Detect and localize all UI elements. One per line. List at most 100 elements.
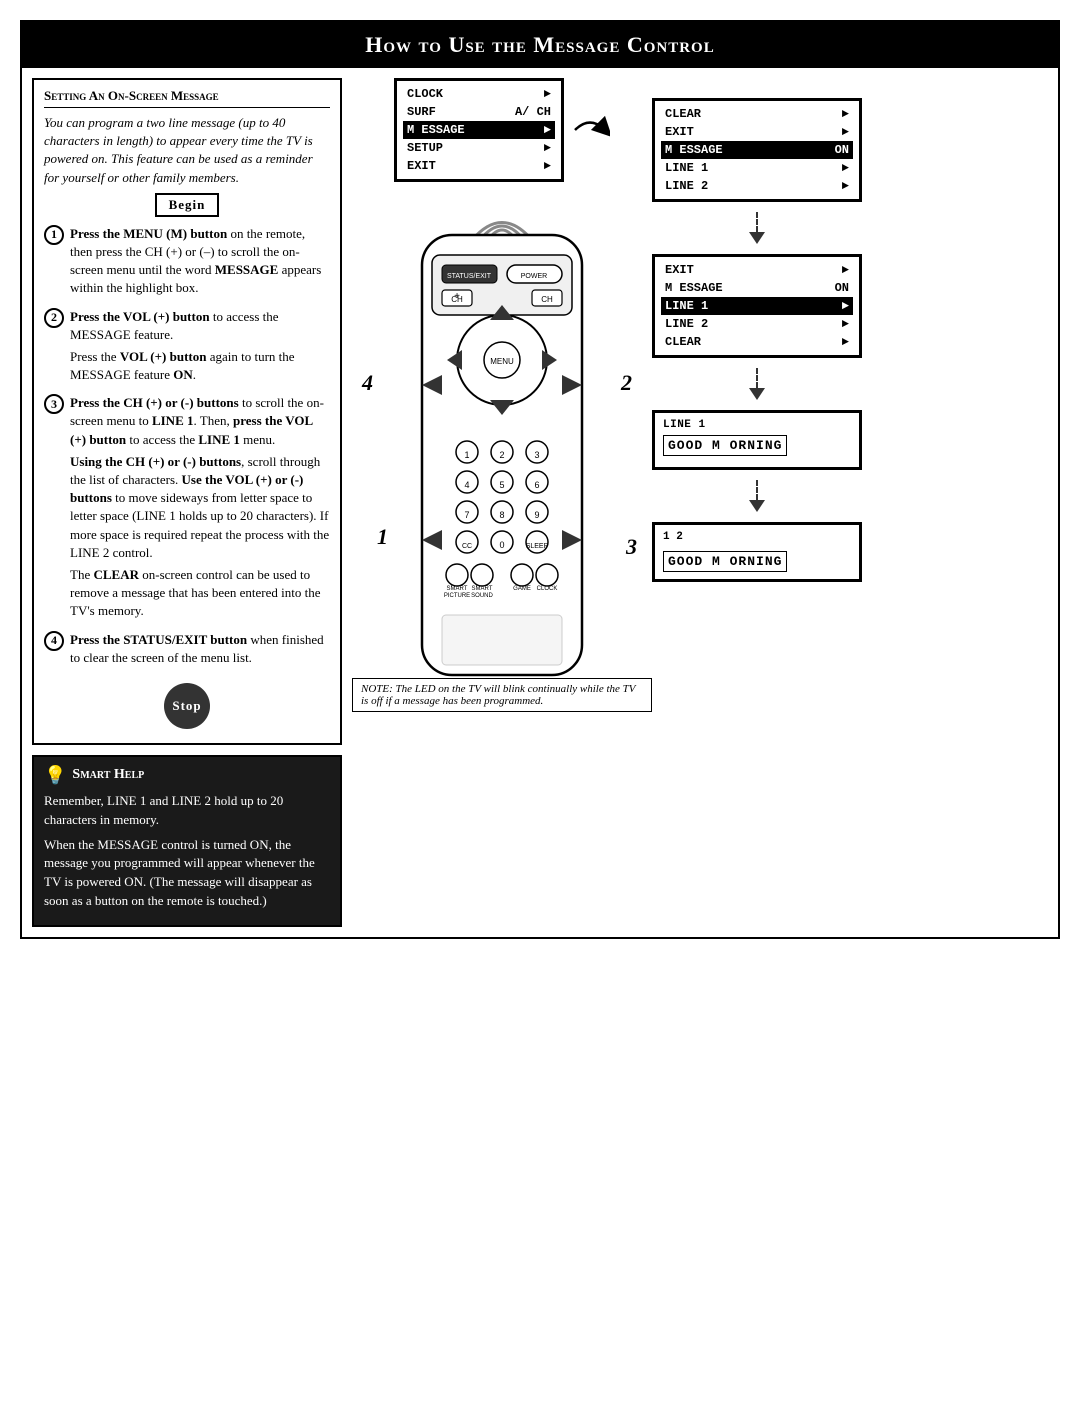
page-title: How to Use the Message Control bbox=[365, 32, 714, 57]
screen3-line1-arrow: ► bbox=[842, 299, 849, 313]
smart-help-p1: Remember, LINE 1 and LINE 2 hold up to 2… bbox=[44, 792, 330, 830]
step-2-num: 2 bbox=[44, 308, 64, 328]
left-column: Setting An On-Screen Message You can pro… bbox=[32, 78, 342, 927]
dotted-arrow-1 bbox=[652, 212, 862, 244]
screen2-clear-arrow: ► bbox=[842, 107, 849, 121]
screen1-setup-label: SETUP bbox=[407, 141, 443, 155]
tv-display-2: 1 2 GOOD M ORNING bbox=[652, 522, 862, 582]
screen3-row-line2: LINE 2 ► bbox=[661, 315, 853, 333]
screen1-surf-label: SURF bbox=[407, 105, 436, 119]
stop-label: Stop bbox=[172, 698, 201, 714]
smart-help-box: 💡 Smart Help Remember, LINE 1 and LINE 2… bbox=[32, 755, 342, 927]
screen2-exit-arrow: ► bbox=[842, 125, 849, 139]
screen1-exit-label: EXIT bbox=[407, 159, 436, 173]
smart-help-label: Smart Help bbox=[72, 767, 144, 783]
step-3-using: Using the CH (+) or (-) buttons, scroll … bbox=[70, 453, 330, 562]
side-screens-column: CLEAR ► EXIT ► M ESSAGE ON LINE 1 bbox=[652, 78, 862, 582]
screen2-row-exit: EXIT ► bbox=[661, 123, 853, 141]
screen2-message-label: M ESSAGE bbox=[665, 143, 723, 157]
screen3-line1-label: LINE 1 bbox=[665, 299, 708, 313]
screen1-exit-arrow: ► bbox=[544, 159, 551, 173]
screen1-row-surf: SURF A/ CH bbox=[403, 103, 555, 121]
tv-display-2-message: GOOD M ORNING bbox=[663, 551, 787, 572]
screen3-exit-arrow: ► bbox=[842, 263, 849, 277]
setting-box-title: Setting An On-Screen Message bbox=[44, 88, 330, 108]
dotted-line-3 bbox=[756, 480, 758, 500]
page-header: How to Use the Message Control bbox=[22, 22, 1058, 68]
screen1-clock-arrow: ► bbox=[544, 87, 551, 101]
setting-intro: You can program a two line message (up t… bbox=[44, 114, 330, 187]
stop-button: Stop bbox=[164, 683, 210, 729]
screen2-row-line1: LINE 1 ► bbox=[661, 159, 853, 177]
step-1: 1 Press the MENU (M) button on the remot… bbox=[44, 225, 330, 298]
screen1-setup-arrow: ► bbox=[544, 141, 551, 155]
menu-screen-3: EXIT ► M ESSAGE ON LINE 1 ► LINE 2 bbox=[652, 254, 862, 358]
dotted-arrow-2 bbox=[652, 368, 862, 400]
screen2-row-message: M ESSAGE ON bbox=[661, 141, 853, 159]
step-3-clear: The CLEAR on-screen control can be used … bbox=[70, 566, 330, 621]
center-column: CLOCK ► SURF A/ CH M ESSAGE ► bbox=[352, 78, 652, 712]
step-3-text: Press the CH (+) or (-) buttons to scrol… bbox=[70, 394, 330, 449]
screen2-clear-label: CLEAR bbox=[665, 107, 701, 121]
screen3-row-message: M ESSAGE ON bbox=[661, 279, 853, 297]
screen1-surf-value: A/ CH bbox=[515, 105, 551, 119]
screen1-message-label: M ESSAGE bbox=[407, 123, 465, 137]
hand-arrows-svg bbox=[362, 190, 642, 670]
dotted-line-1 bbox=[756, 212, 758, 232]
screen2-exit-label: EXIT bbox=[665, 125, 694, 139]
dotted-line-2 bbox=[756, 368, 758, 388]
tv-display-1: LINE 1 GOOD M ORNING bbox=[652, 410, 862, 470]
screen1-message-arrow: ► bbox=[544, 123, 551, 137]
screen1-clock-label: CLOCK bbox=[407, 87, 443, 101]
step-1-text: Press the MENU (M) button on the remote,… bbox=[70, 225, 330, 298]
step-1-num: 1 bbox=[44, 225, 64, 245]
screen3-row-line1: LINE 1 ► bbox=[661, 297, 853, 315]
step-3: 3 Press the CH (+) or (-) buttons to scr… bbox=[44, 394, 330, 620]
tv-display-1-label: LINE 1 bbox=[663, 419, 851, 431]
screen3-line2-arrow: ► bbox=[842, 317, 849, 331]
step-4-text: Press the STATUS/EXIT button when finish… bbox=[70, 631, 330, 667]
screen3-clear-arrow: ► bbox=[842, 335, 849, 349]
screen3-clear-label: CLEAR bbox=[665, 335, 701, 349]
tv-display-1-message: GOOD M ORNING bbox=[663, 435, 787, 456]
dotted-arrow-3 bbox=[652, 480, 862, 512]
smart-help-title: 💡 Smart Help bbox=[44, 765, 330, 786]
screen2-line2-label: LINE 2 bbox=[665, 179, 708, 193]
screen3-message-value: ON bbox=[835, 281, 849, 295]
screen2-line1-label: LINE 1 bbox=[665, 161, 708, 175]
screen2-line2-arrow: ► bbox=[842, 179, 849, 193]
step-2-extra: Press the VOL (+) button again to turn t… bbox=[70, 348, 330, 384]
screen2-message-value: ON bbox=[835, 143, 849, 157]
begin-button[interactable]: Begin bbox=[155, 193, 220, 217]
page: How to Use the Message Control Setting A… bbox=[20, 20, 1060, 939]
screen3-message-label: M ESSAGE bbox=[665, 281, 723, 295]
down-arrow-3 bbox=[749, 500, 765, 512]
step-2-text: Press the VOL (+) button to access the M… bbox=[70, 308, 330, 344]
menu-screen-1: CLOCK ► SURF A/ CH M ESSAGE ► bbox=[394, 78, 564, 182]
screen3-row-clear: CLEAR ► bbox=[661, 333, 853, 351]
screen3-exit-label: EXIT bbox=[665, 263, 694, 277]
step-4-num: 4 bbox=[44, 631, 64, 651]
smart-help-p2: When the MESSAGE control is turned ON, t… bbox=[44, 836, 330, 911]
screen1-row-exit: EXIT ► bbox=[403, 157, 555, 175]
down-arrow-2 bbox=[749, 388, 765, 400]
screen3-row-exit: EXIT ► bbox=[661, 261, 853, 279]
screen1-row-clock: CLOCK ► bbox=[403, 85, 555, 103]
screen2-line1-arrow: ► bbox=[842, 161, 849, 175]
screen3-line2-label: LINE 2 bbox=[665, 317, 708, 331]
menu-screen-2: CLEAR ► EXIT ► M ESSAGE ON LINE 1 bbox=[652, 98, 862, 202]
right-column: CLOCK ► SURF A/ CH M ESSAGE ► bbox=[352, 78, 1048, 927]
step-3-num: 3 bbox=[44, 394, 64, 414]
step-2: 2 Press the VOL (+) button to access the… bbox=[44, 308, 330, 385]
remote-area: STATUS/EXIT POWER CH + CH bbox=[362, 190, 642, 670]
screen1-row-message: M ESSAGE ► bbox=[403, 121, 555, 139]
setting-box: Setting An On-Screen Message You can pro… bbox=[32, 78, 342, 745]
bulb-icon: 💡 bbox=[44, 765, 66, 786]
step-4: 4 Press the STATUS/EXIT button when fini… bbox=[44, 631, 330, 667]
down-arrow-1 bbox=[749, 232, 765, 244]
screen1-row-setup: SETUP ► bbox=[403, 139, 555, 157]
right-layout: CLOCK ► SURF A/ CH M ESSAGE ► bbox=[352, 78, 1048, 712]
main-content: Setting An On-Screen Message You can pro… bbox=[22, 68, 1058, 937]
screen2-row-clear: CLEAR ► bbox=[661, 105, 853, 123]
tv-display-2-channel: 1 2 bbox=[663, 531, 851, 543]
